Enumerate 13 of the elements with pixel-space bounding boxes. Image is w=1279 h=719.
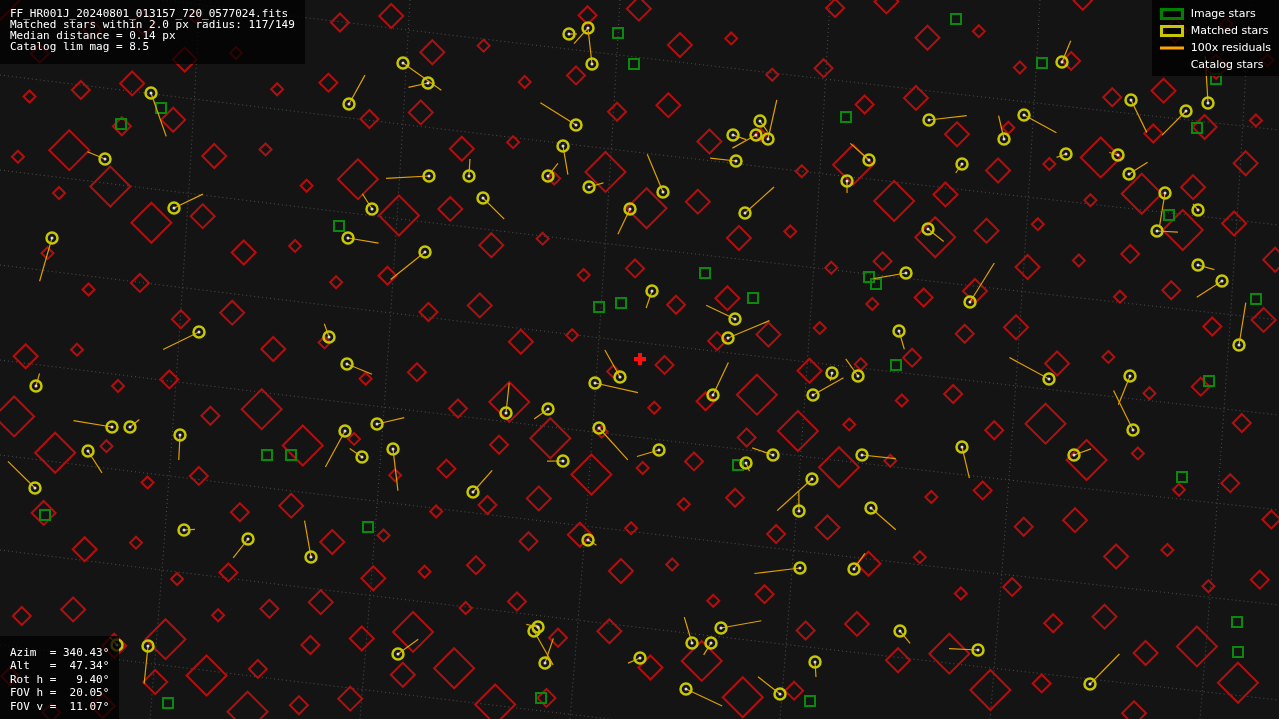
pointing-text: Azim = 340.43°: [10, 645, 110, 659]
legend-label: Image stars: [1190, 7, 1256, 20]
info-text: Matched stars within 2.0 px radius: 117/149: [10, 19, 295, 30]
legend-label: 100x residuals: [1190, 41, 1271, 54]
info-text: Median distance = 0.14 px: [10, 30, 176, 41]
pointing-text: Alt = 47.34°: [10, 659, 110, 673]
legend-label: Matched stars: [1190, 24, 1269, 37]
info-text: Catalog lim mag = 8.5: [10, 41, 151, 52]
pointing-text: FOV v = 11.07°: [10, 699, 110, 713]
info-text: FF_HR001J_20240801_013157_720_0577024.fits: [10, 8, 290, 19]
pointing-text: FOV h = 20.05°: [10, 686, 110, 700]
legend-label: Catalog stars: [1190, 58, 1264, 71]
pointing-text: Rot h = 9.40°: [10, 672, 110, 686]
